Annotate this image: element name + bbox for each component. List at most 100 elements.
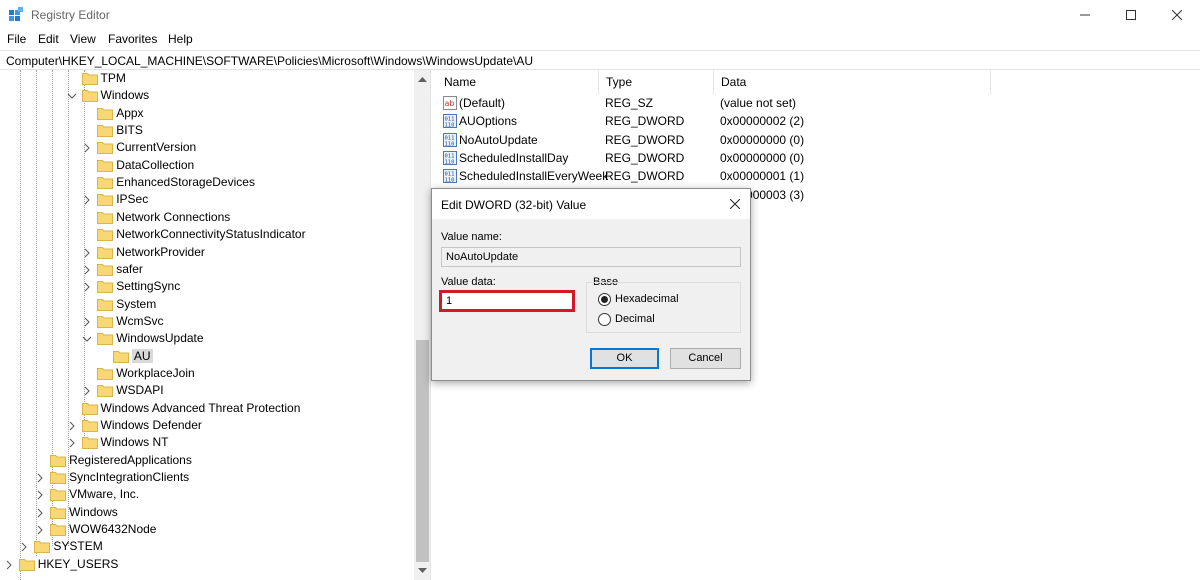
decimal-label[interactable]: Decimal <box>615 313 655 325</box>
hexadecimal-radio[interactable] <box>598 293 611 306</box>
dialog-close-button[interactable] <box>720 189 750 219</box>
tree-item[interactable]: Windows <box>0 504 414 521</box>
chevron-down-icon[interactable] <box>82 333 92 343</box>
column-header-type[interactable]: Type <box>599 70 714 94</box>
tree-item[interactable]: VMware, Inc. <box>0 486 414 503</box>
tree-item[interactable]: BITS <box>0 122 414 139</box>
tree-item-label: EnhancedStorageDevices <box>116 175 255 190</box>
tree-item[interactable]: NetworkProvider <box>0 244 414 261</box>
svg-text:110: 110 <box>445 123 455 129</box>
tree-item[interactable]: DataCollection <box>0 157 414 174</box>
chevron-right-icon[interactable] <box>82 142 92 153</box>
chevron-right-icon[interactable] <box>67 437 77 448</box>
column-header-name[interactable]: Name <box>437 70 599 94</box>
chevron-right-icon[interactable] <box>82 316 92 327</box>
registry-value-row[interactable]: 011 110 ScheduledInstallDay REG_DWORD 0x0000… <box>437 149 1200 167</box>
folder-icon <box>97 124 114 138</box>
tree-item[interactable]: SYSTEM <box>0 538 414 555</box>
folder-icon <box>97 298 114 311</box>
tree-item[interactable]: IPSec <box>0 191 414 208</box>
address-bar[interactable]: Computer\HKEY_LOCAL_MACHINE\SOFTWARE\Pol… <box>0 50 1200 70</box>
chevron-right-icon[interactable] <box>35 507 45 518</box>
tree-item[interactable]: AU <box>0 348 414 365</box>
chevron-right-icon[interactable] <box>35 524 45 535</box>
scroll-thumb[interactable] <box>416 340 429 562</box>
column-data-label: Data <box>721 75 747 89</box>
tree-item[interactable]: WindowsUpdate <box>0 330 414 347</box>
chevron-right-icon[interactable] <box>82 247 92 257</box>
minimize-button[interactable] <box>1062 0 1108 30</box>
chevron-down-icon[interactable] <box>67 90 77 100</box>
menu-file[interactable]: File <box>7 32 26 46</box>
chevron-right-icon[interactable] <box>82 264 92 275</box>
chevron-right-icon[interactable] <box>82 194 92 205</box>
registry-value-row[interactable]: 011 110 ScheduledInstallEveryWeek REG_DWORD… <box>437 167 1200 185</box>
tree-item[interactable]: Windows NT <box>0 434 414 451</box>
tree-item[interactable]: SyncIntegrationClients <box>0 469 414 486</box>
column-header-data[interactable]: Data <box>714 70 991 94</box>
tree-item[interactable]: System <box>0 296 414 313</box>
tree-item[interactable]: WcmSvc <box>0 313 414 330</box>
chevron-right-icon[interactable] <box>82 385 92 396</box>
value-type: REG_SZ <box>605 96 654 110</box>
menu-favorites[interactable]: Favorites <box>108 32 157 46</box>
column-type-label: Type <box>606 75 633 89</box>
tree-item[interactable]: WOW6432Node <box>0 521 414 538</box>
folder-icon <box>97 107 114 120</box>
tree-item[interactable]: EnhancedStorageDevices <box>0 174 414 191</box>
tree-item[interactable]: Appx <box>0 105 414 122</box>
folder-icon <box>97 159 114 172</box>
tree-item[interactable]: TPM <box>0 70 414 87</box>
folder-icon <box>50 454 67 467</box>
registry-value-row[interactable]: 011 110 NoAutoUpdate REG_DWORD 0x00000000 (0… <box>437 131 1200 149</box>
chevron-right-icon[interactable] <box>19 541 29 552</box>
tree-item[interactable]: CurrentVersion <box>0 139 414 156</box>
ok-button[interactable]: OK <box>590 348 659 369</box>
chevron-right-icon[interactable] <box>82 281 92 292</box>
svg-text:ab: ab <box>445 99 455 108</box>
tree-item[interactable]: Windows <box>0 87 414 104</box>
tree-item[interactable]: Windows Advanced Threat Protection <box>0 400 414 417</box>
tree-item-label: Windows Advanced Threat Protection <box>100 400 301 415</box>
chevron-right-icon[interactable] <box>35 489 45 500</box>
value-type: REG_DWORD <box>605 150 685 165</box>
cancel-button[interactable]: Cancel <box>670 348 741 369</box>
tree-item-label: TPM <box>100 71 126 85</box>
registry-value-row[interactable]: 011 110 AUOptions REG_DWORD 0x00000002 (2) <box>437 112 1200 130</box>
folder-icon <box>34 540 51 554</box>
tree-item-label: Windows NT <box>100 435 169 450</box>
menu-edit[interactable]: Edit <box>38 32 59 46</box>
chevron-right-icon[interactable] <box>35 472 45 483</box>
tree-item[interactable]: safer <box>0 261 414 278</box>
hexadecimal-label[interactable]: Hexadecimal <box>615 293 679 305</box>
tree-item-label: WcmSvc <box>116 313 164 328</box>
edit-dword-dialog: Edit DWORD (32-bit) Value Value name: No… <box>431 188 751 381</box>
tree-item-label: HKEY_USERS <box>37 556 119 571</box>
registry-value-row[interactable]: ab (Default) REG_SZ (value not set) <box>437 94 1200 112</box>
close-button[interactable] <box>1154 0 1200 30</box>
tree-item[interactable]: NetworkConnectivityStatusIndicator <box>0 226 414 243</box>
value-data-input[interactable]: 1 <box>439 290 575 312</box>
menu-help[interactable]: Help <box>168 32 193 46</box>
title-bar: Registry Editor <box>0 0 1200 30</box>
tree-item[interactable]: WorkplaceJoin <box>0 365 414 382</box>
decimal-radio[interactable] <box>598 313 611 326</box>
menu-view[interactable]: View <box>70 32 96 46</box>
tree-item[interactable]: WSDAPI <box>0 382 414 399</box>
maximize-button[interactable] <box>1108 0 1154 30</box>
folder-icon <box>81 72 98 85</box>
folder-icon <box>81 402 98 415</box>
scroll-down-arrow-icon[interactable] <box>418 567 427 574</box>
chevron-right-icon[interactable] <box>4 559 14 570</box>
tree-item[interactable]: SettingSync <box>0 278 414 295</box>
tree-scrollbar[interactable] <box>414 70 430 580</box>
tree-item[interactable]: HKEY_USERS <box>0 556 414 573</box>
tree-item[interactable]: Windows Defender <box>0 417 414 434</box>
folder-icon <box>81 436 98 450</box>
folder-icon <box>97 211 114 224</box>
tree-item[interactable]: RegisteredApplications <box>0 452 414 469</box>
base-group <box>586 282 741 333</box>
chevron-right-icon[interactable] <box>67 420 77 431</box>
scroll-up-arrow-icon[interactable] <box>418 76 427 83</box>
tree-item[interactable]: Network Connections <box>0 209 414 226</box>
